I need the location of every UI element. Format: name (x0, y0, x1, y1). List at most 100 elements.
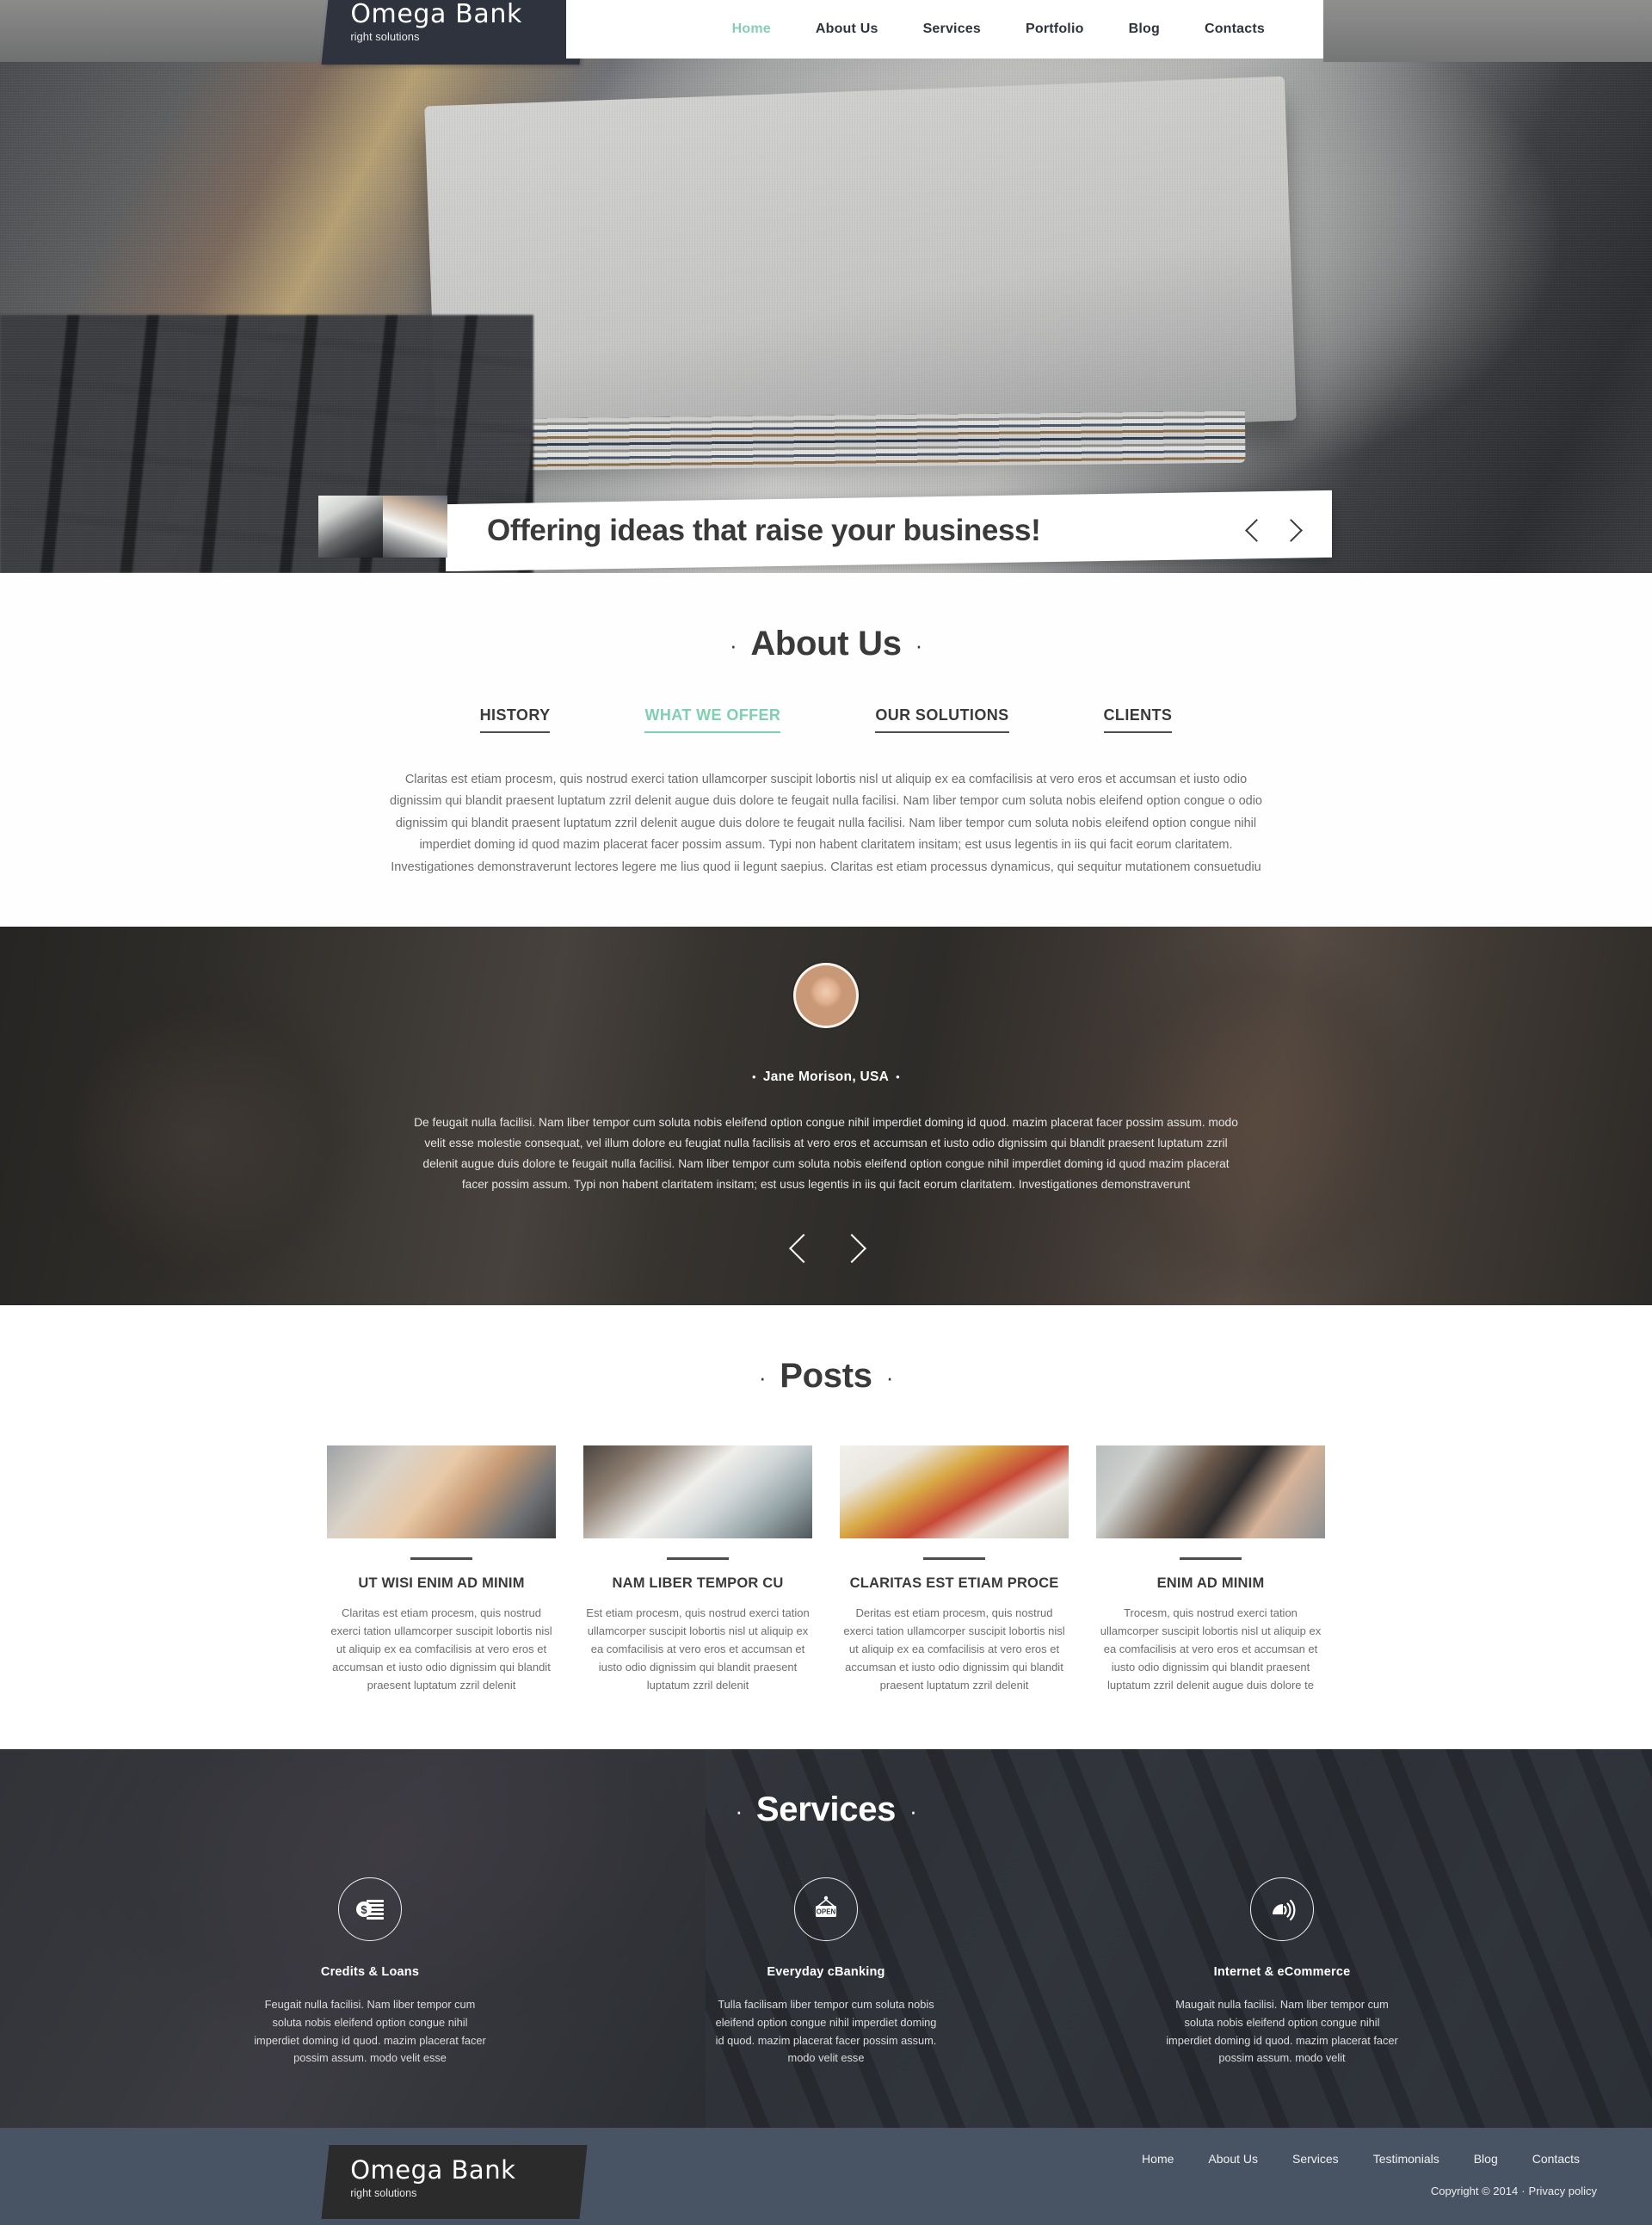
tab-our-solutions[interactable]: OUR SOLUTIONS (875, 706, 1009, 733)
footer-right: Home About Us Services Testimonials Blog… (1125, 2152, 1597, 2197)
bullet-left: • (751, 1069, 756, 1083)
footer-nav-item-about-us[interactable]: About Us (1191, 2152, 1275, 2166)
service-description: Tulla facilisam liber tempor cum soluta … (715, 1998, 937, 2065)
nav-item-home[interactable]: Home (710, 22, 793, 37)
footer-logo-tagline: right solutions (350, 2187, 417, 2200)
chevron-right-icon[interactable] (837, 1230, 863, 1267)
site-header: Omega Bank right solutions Home About Us… (0, 0, 1652, 65)
footer-nav-item-testimonials[interactable]: Testimonials (1356, 2152, 1457, 2166)
post-thumbnail[interactable] (1096, 1445, 1325, 1538)
footer-nav-item-home[interactable]: Home (1125, 2152, 1191, 2166)
avatar (793, 962, 859, 1028)
service-name: Credits & Loans (320, 1965, 420, 1980)
logo-tagline: right solutions (350, 30, 420, 43)
title-dot-right: · (885, 1364, 894, 1390)
post-divider (1180, 1556, 1242, 1560)
tab-clients[interactable]: CLIENTS (1103, 706, 1173, 733)
service-internet-and-ecommerce[interactable]: Internet & eCommerce Maugait nulla facil… (1166, 1877, 1398, 2068)
nav-item-portfolio[interactable]: Portfolio (1003, 22, 1106, 37)
nav-item-about-us[interactable]: About Us (793, 22, 901, 37)
post-thumbnail[interactable] (327, 1445, 556, 1538)
service-description: Feugait nulla facilisi. Nam liber tempor… (254, 1998, 486, 2065)
posts-section: · Posts · UT WISI ENIM AD MINIM Claritas e… (0, 1304, 1652, 1750)
about-section-title: · About Us · (0, 625, 1652, 663)
chevron-left-icon[interactable] (789, 1230, 815, 1267)
service-icon-circle: $ (338, 1877, 402, 1942)
nav-item-blog[interactable]: Blog (1106, 22, 1182, 37)
site-logo[interactable]: Omega Bank right solutions (321, 0, 588, 65)
post-title[interactable]: CLARITAS EST ETIAM PROCE (840, 1575, 1069, 1592)
footer-nav-item-contacts[interactable]: Contacts (1515, 2152, 1597, 2166)
services-section-title: · Services · (0, 1790, 1652, 1829)
list-item[interactable]: NAM LIBER TEMPOR CU Est etiam procesm, q… (583, 1445, 812, 1694)
copyright-text: Copyright © 2014 (1430, 2185, 1519, 2198)
svg-text:OPEN: OPEN (817, 1908, 836, 1916)
title-dot-left: · (758, 1364, 767, 1390)
privacy-policy-link[interactable]: Privacy policy (1529, 2185, 1597, 2197)
slider-thumbnails[interactable] (318, 496, 447, 558)
post-excerpt: Claritas est etiam procesm, quis nostrud… (330, 1606, 552, 1692)
footer-copyright: Copyright © 2014 · Privacy policy (1125, 2185, 1597, 2197)
slider-thumb-1[interactable] (318, 496, 383, 558)
service-credits-and-loans[interactable]: $ Credits & Loans Feugait nulla facilisi… (254, 1877, 486, 2068)
money-stack-icon: $ (356, 1900, 384, 1920)
footer-nav-item-blog[interactable]: Blog (1457, 2152, 1515, 2166)
nav-panel: Home About Us Services Portfolio Blog Co… (566, 0, 1323, 59)
list-item[interactable]: CLARITAS EST ETIAM PROCE Deritas est eti… (840, 1445, 1069, 1694)
slider-thumb-2[interactable] (383, 496, 447, 558)
post-thumbnail[interactable] (840, 1445, 1069, 1538)
testimonial-arrows (0, 1230, 1652, 1267)
site-footer: Omega Bank right solutions Home About Us… (0, 2128, 1652, 2225)
list-item[interactable]: UT WISI ENIM AD MINIM Claritas est etiam… (327, 1445, 556, 1694)
post-title[interactable]: ENIM AD MINIM (1096, 1575, 1325, 1592)
nav-item-services[interactable]: Services (901, 22, 1003, 37)
tab-what-we-offer[interactable]: WHAT WE OFFER (644, 706, 781, 733)
post-divider (667, 1556, 729, 1560)
header-bg-left (0, 0, 361, 62)
chevron-left-icon[interactable] (1244, 515, 1267, 546)
services-section: · Services · $ Credits & Loans Feugait n… (0, 1749, 1652, 2129)
service-name: Everyday cBanking (767, 1965, 885, 1980)
services-title-text: Services (755, 1790, 897, 1829)
service-everyday-cbanking[interactable]: OPEN Everyday cBanking Tulla facilisam l… (710, 1877, 942, 2068)
post-title[interactable]: UT WISI ENIM AD MINIM (327, 1575, 556, 1592)
slider-caption-wrap: Offering ideas that raise your business! (318, 490, 1334, 572)
post-excerpt: Deritas est etiam procesm, quis nostrud … (843, 1606, 1065, 1692)
title-dot-right: · (909, 1798, 917, 1825)
footer-logo[interactable]: Omega Bank right solutions (321, 2145, 588, 2220)
copyright-separator: · (1521, 2185, 1526, 2198)
header-bg-right (1323, 0, 1652, 62)
about-title-text: About Us (750, 625, 902, 663)
post-thumbnail[interactable] (583, 1445, 812, 1538)
service-icon-circle (1250, 1877, 1314, 1942)
svg-text:$: $ (361, 1903, 367, 1916)
wireless-click-icon (1273, 1900, 1296, 1921)
slider-arrows (1244, 515, 1301, 546)
testimonial-author-name: Jane Morison, USA (762, 1069, 890, 1084)
post-divider (923, 1556, 985, 1560)
about-section: · About Us · HISTORY WHAT WE OFFER OUR SOL… (0, 573, 1652, 927)
bullet-right: • (896, 1069, 901, 1083)
about-tabs: HISTORY WHAT WE OFFER OUR SOLUTIONS CLIE… (0, 706, 1652, 733)
main-navigation: Home About Us Services Portfolio Blog Co… (566, 0, 1323, 59)
list-item[interactable]: ENIM AD MINIM Trocesm, quis nostrud exer… (1096, 1445, 1325, 1694)
testimonial-author: • Jane Morison, USA • (0, 1069, 1652, 1085)
title-dot-left: · (735, 1798, 743, 1825)
chevron-right-icon[interactable] (1279, 515, 1301, 546)
footer-navigation: Home About Us Services Testimonials Blog… (1125, 2152, 1597, 2166)
page-root: Omega Bank right solutions Home About Us… (0, 0, 1652, 2225)
title-dot-right: · (915, 632, 923, 658)
services-grid: $ Credits & Loans Feugait nulla facilisi… (0, 1877, 1652, 2068)
post-excerpt: Trocesm, quis nostrud exerci tation ulla… (1100, 1606, 1322, 1692)
logo-title: Omega Bank (350, 0, 522, 29)
posts-grid: UT WISI ENIM AD MINIM Claritas est etiam… (0, 1445, 1652, 1694)
post-title[interactable]: NAM LIBER TEMPOR CU (583, 1575, 812, 1592)
tab-history[interactable]: HISTORY (479, 706, 551, 733)
about-body-text: Claritas est etiam procesm, quis nostrud… (390, 773, 1262, 874)
slider-caption-panel: Offering ideas that raise your business! (446, 490, 1332, 572)
testimonial-text: De feugait nulla facilisi. Nam liber tem… (414, 1115, 1238, 1192)
footer-nav-item-services[interactable]: Services (1275, 2152, 1356, 2166)
nav-item-contacts[interactable]: Contacts (1182, 22, 1287, 37)
slider-title: Offering ideas that raise your business! (487, 514, 1041, 547)
posts-section-title: · Posts · (0, 1357, 1652, 1396)
